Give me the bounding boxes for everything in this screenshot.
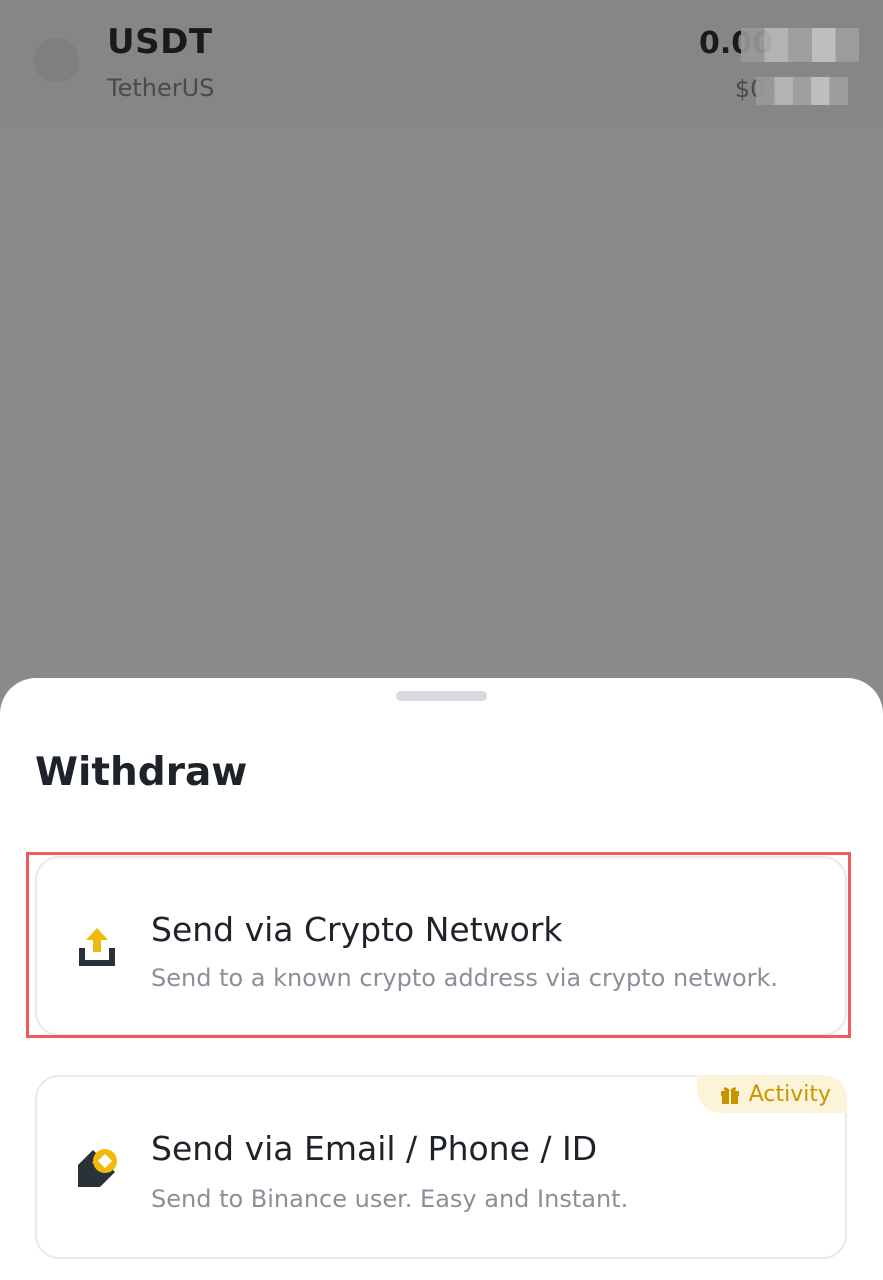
coin-icon — [34, 38, 79, 83]
sheet-grabber[interactable] — [396, 691, 487, 701]
activity-badge-label: Activity — [748, 1081, 831, 1107]
withdraw-sheet: Withdraw Send via Crypto Network Send to… — [0, 678, 883, 1280]
transfer-icon — [78, 1149, 117, 1187]
option-description: Send to a known crypto address via crypt… — [151, 964, 779, 992]
activity-badge: Activity — [696, 1075, 847, 1113]
send-via-email-phone-id-option[interactable]: Activity Send via Email / Phone / ID Sen… — [35, 1075, 847, 1259]
option-title: Send via Email / Phone / ID — [151, 1129, 598, 1168]
option-title: Send via Crypto Network — [151, 910, 563, 949]
sheet-title: Withdraw — [35, 750, 248, 795]
redacted-fiat-value — [756, 77, 848, 105]
asset-name: TetherUS — [107, 74, 215, 102]
option-description: Send to Binance user. Easy and Instant. — [151, 1185, 629, 1213]
screen: USDT TetherUS 0.00 $0. Withdraw Send via… — [0, 0, 883, 1280]
gift-icon — [720, 1087, 739, 1104]
send-via-crypto-network-option[interactable]: Send via Crypto Network Send to a known … — [35, 856, 847, 1036]
asset-row[interactable]: USDT TetherUS 0.00 $0. — [0, 0, 883, 128]
redacted-amount — [741, 28, 859, 62]
asset-symbol: USDT — [107, 22, 213, 62]
upload-icon — [79, 928, 115, 966]
